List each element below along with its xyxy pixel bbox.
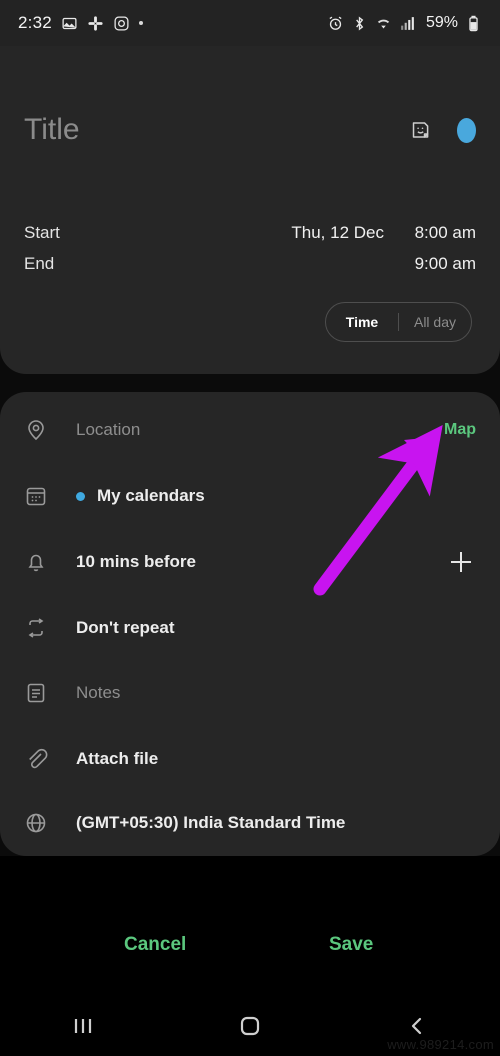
battery-icon	[465, 15, 482, 32]
timezone-row[interactable]: (GMT+05:30) India Standard Time	[0, 798, 500, 848]
map-link[interactable]: Map	[444, 421, 476, 439]
status-bar: 2:32 59%	[0, 0, 500, 46]
bell-icon	[24, 550, 48, 574]
dot-indicator-icon	[138, 21, 143, 25]
calendar-row[interactable]: My calendars	[0, 471, 500, 521]
bluetooth-icon	[351, 15, 368, 32]
repeat-text[interactable]: Don't repeat	[76, 618, 175, 638]
watermark: www.989214.com	[387, 1037, 494, 1052]
location-pin-icon	[24, 418, 48, 442]
status-bar-left: 2:32	[18, 13, 143, 33]
notes-row[interactable]: Notes	[0, 668, 500, 718]
attach-row[interactable]: Attach file	[0, 734, 500, 784]
alert-text[interactable]: 10 mins before	[76, 552, 196, 572]
battery-percent: 59%	[425, 14, 458, 31]
repeat-row[interactable]: Don't repeat	[0, 603, 500, 653]
start-label: Start	[24, 222, 60, 242]
end-values: 9:00 am	[232, 254, 476, 274]
back-icon[interactable]	[333, 1014, 500, 1038]
start-time[interactable]: 8:00 am	[384, 223, 476, 243]
start-values: Thu, 12 Dec 8:00 am	[232, 223, 476, 243]
paperclip-icon	[24, 747, 48, 771]
attach-text[interactable]: Attach file	[76, 749, 158, 769]
notes-icon	[24, 681, 48, 705]
signal-icon	[399, 15, 416, 32]
status-bar-right: 59%	[327, 14, 482, 32]
globe-icon	[24, 811, 48, 835]
event-color-dot[interactable]	[457, 117, 476, 143]
start-date[interactable]: Thu, 12 Dec	[232, 223, 384, 243]
end-time[interactable]: 9:00 am	[384, 254, 476, 274]
calendar-color-dot	[76, 491, 85, 501]
end-row[interactable]: End 9:00 am	[0, 248, 500, 279]
slack-icon	[87, 15, 104, 32]
footer-bar: Cancel Save	[0, 856, 500, 996]
calendar-icon	[24, 484, 48, 508]
sticker-smiley-icon[interactable]	[410, 116, 431, 144]
recents-icon[interactable]	[0, 1015, 167, 1037]
calendar-name[interactable]: My calendars	[97, 486, 205, 506]
location-text[interactable]: Location	[76, 420, 140, 440]
photo-icon	[61, 15, 78, 32]
alarm-icon	[327, 15, 344, 32]
title-row	[0, 100, 500, 160]
event-title-input[interactable]	[24, 113, 410, 147]
cancel-button[interactable]: Cancel	[124, 934, 186, 956]
toggle-option-allday[interactable]: All day	[399, 303, 471, 341]
alert-row[interactable]: 10 mins before	[0, 537, 500, 587]
timezone-text[interactable]: (GMT+05:30) India Standard Time	[76, 813, 345, 833]
location-row[interactable]: Location Map	[0, 405, 500, 455]
start-row[interactable]: Start Thu, 12 Dec 8:00 am	[0, 217, 500, 248]
time-allday-toggle[interactable]: Time All day	[325, 302, 472, 342]
notes-text[interactable]: Notes	[76, 683, 120, 703]
save-button[interactable]: Save	[329, 934, 373, 956]
toggle-option-time[interactable]: Time	[326, 303, 398, 341]
instagram-icon	[113, 15, 130, 32]
phone-screen: 2:32 59% Title Start Thu, 12 Dec 8:00 am…	[0, 0, 500, 1056]
add-alert-button[interactable]	[446, 547, 476, 577]
wifi-icon	[375, 15, 392, 32]
status-clock: 2:32	[18, 13, 52, 32]
repeat-icon	[24, 616, 48, 640]
home-icon[interactable]	[167, 1014, 334, 1038]
end-label: End	[24, 253, 55, 273]
